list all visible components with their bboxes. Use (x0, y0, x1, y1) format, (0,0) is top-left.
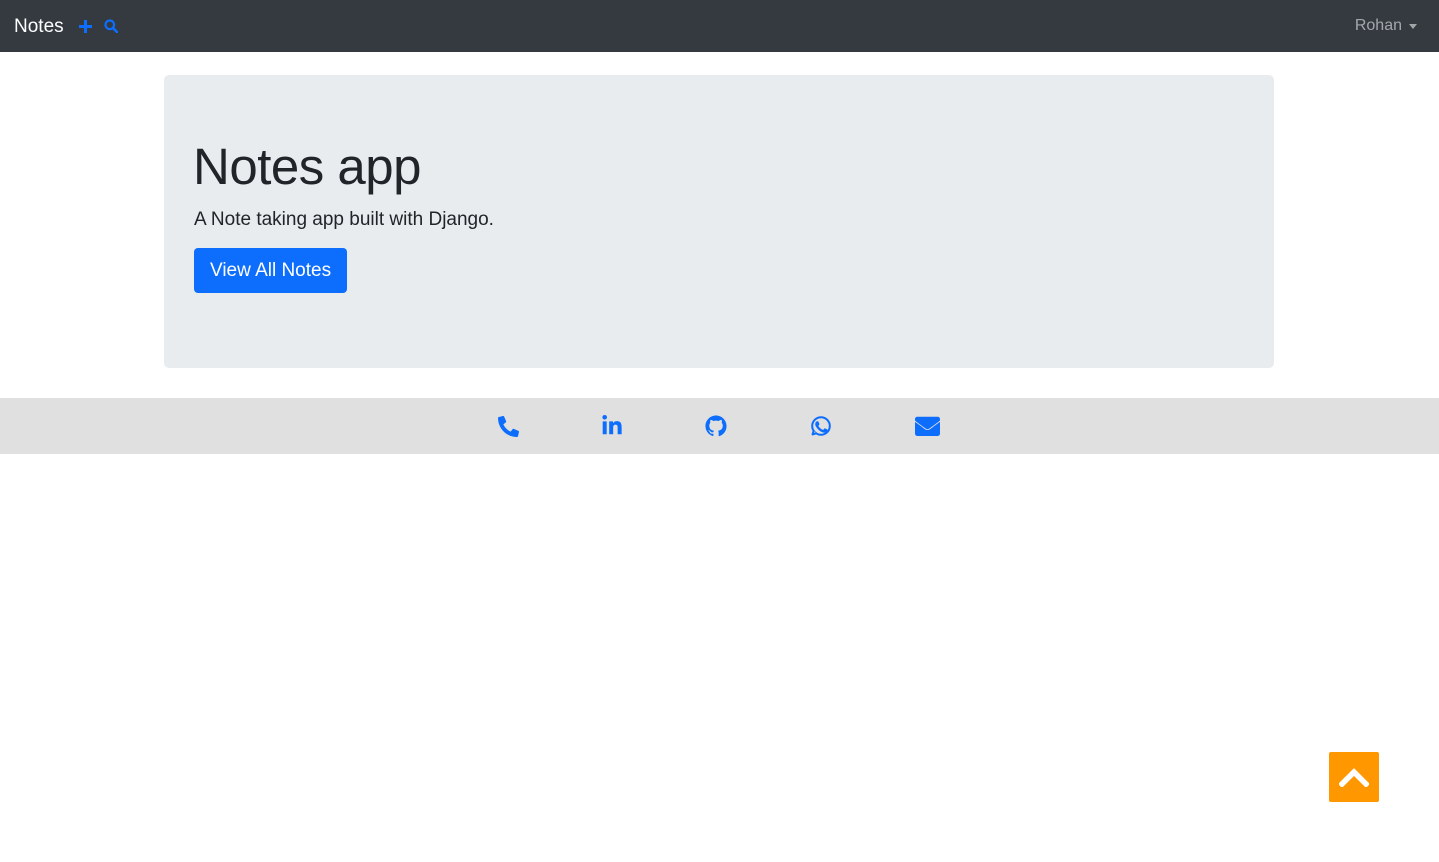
github-icon (705, 415, 727, 437)
top-navbar: Notes Rohan (0, 0, 1439, 52)
linkedin-icon (602, 415, 622, 435)
hero-lead-text: A Note taking app built with Django. (194, 209, 494, 230)
email-link[interactable] (913, 412, 941, 440)
phone-link[interactable] (494, 412, 522, 440)
page-title: Notes app (193, 138, 422, 195)
view-all-notes-button[interactable]: View All Notes (194, 248, 348, 293)
caret-down-icon (1409, 23, 1417, 29)
navbar-brand[interactable]: Notes (14, 17, 64, 36)
whatsapp-icon (811, 416, 831, 437)
user-name: Rohan (1354, 17, 1402, 34)
envelope-icon (914, 416, 940, 436)
hero-jumbotron: Notes app A Note taking app built with D… (164, 75, 1274, 368)
search-icon[interactable] (101, 16, 121, 36)
whatsapp-link[interactable] (807, 412, 835, 440)
plus-icon[interactable] (76, 16, 96, 36)
footer-bar (0, 398, 1439, 454)
chevron-up-icon (1339, 768, 1369, 787)
phone-icon (497, 415, 519, 437)
github-link[interactable] (702, 412, 730, 440)
user-dropdown[interactable]: Rohan (1355, 0, 1417, 52)
linkedin-link[interactable] (598, 412, 626, 440)
back-to-top-button[interactable] (1329, 752, 1379, 802)
